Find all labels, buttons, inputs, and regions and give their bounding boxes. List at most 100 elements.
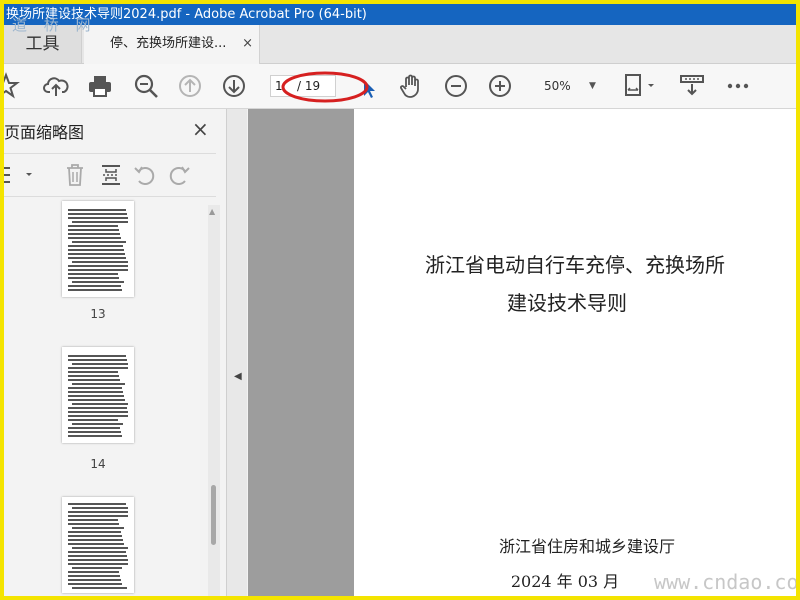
zoom-in-icon[interactable] xyxy=(486,72,514,100)
collapse-left-icon[interactable]: ◀ xyxy=(234,371,242,382)
thumbnail-label: 14 xyxy=(90,457,106,471)
thumbnail-panel: 页面缩略图 × 13 14 ▲ xyxy=(4,109,227,596)
thumbnail-text-line xyxy=(68,571,119,573)
options-menu-icon[interactable] xyxy=(4,162,38,188)
page-down-icon[interactable] xyxy=(220,72,248,100)
thumbnail-text-line xyxy=(68,531,121,533)
zoom-out-icon[interactable] xyxy=(442,72,470,100)
thumbnail-text-line xyxy=(68,233,120,235)
tab-close-icon[interactable]: × xyxy=(242,25,253,63)
title-bar: 换场所建设技术导则2024.pdf - Adobe Acrobat Pro (6… xyxy=(4,4,796,25)
thumbnail-text-line xyxy=(68,277,119,279)
thumbnail-text-line xyxy=(68,269,128,271)
document-page[interactable]: 浙江省电动自行车充停、充换场所 建设技术导则 浙江省住房和城乡建设厅 2024 … xyxy=(354,109,796,596)
thumbnail-text-line xyxy=(68,249,124,251)
thumbnail-text-line xyxy=(68,419,118,421)
thumbnail-text-line xyxy=(68,395,124,397)
zoom-select[interactable]: 50% ▼ xyxy=(534,75,604,97)
scroll-mode-icon[interactable] xyxy=(678,72,706,100)
thumbnail-text-line xyxy=(68,237,121,239)
watermark-bottom: www.cndao.com xyxy=(654,570,796,594)
document-background xyxy=(248,109,354,596)
thumbnail-text-line xyxy=(72,403,128,405)
thumbnail-text-line xyxy=(68,359,127,361)
scrollbar-thumb[interactable] xyxy=(211,485,216,545)
panel-title: 页面缩略图 xyxy=(4,123,85,142)
star-icon[interactable] xyxy=(4,72,20,100)
hand-icon[interactable] xyxy=(398,72,426,100)
delete-icon[interactable] xyxy=(62,162,88,188)
page-number-input[interactable] xyxy=(275,76,289,96)
thumbnail-text-line xyxy=(68,257,126,259)
thumbnail-text-line xyxy=(68,217,128,219)
thumbnail-text-line xyxy=(68,229,119,231)
thumbnail-text-line xyxy=(72,587,127,589)
scroll-up-icon[interactable]: ▲ xyxy=(209,207,215,216)
thumbnail-text-line xyxy=(68,579,121,581)
acrobat-window: 换场所建设技术导则2024.pdf - Adobe Acrobat Pro (6… xyxy=(4,4,796,596)
thumbnail-text-line xyxy=(68,523,119,525)
cloud-upload-icon[interactable] xyxy=(42,72,70,100)
thumbnail-text-line xyxy=(72,383,125,385)
toolbar: / 19 50% ▼ xyxy=(4,64,796,109)
thumbnail-text-line xyxy=(68,543,124,545)
thumbnail-text-line xyxy=(72,547,128,549)
panel-close-icon[interactable]: × xyxy=(192,117,209,141)
thumbnail-page-13[interactable] xyxy=(62,201,134,297)
insert-page-icon[interactable] xyxy=(98,162,124,188)
thumbnail-text-line xyxy=(68,391,123,393)
tab-bar: 工具 停、充换场所建设... × xyxy=(4,25,796,64)
thumbnail-text-line xyxy=(72,261,128,263)
thumbnail-text-line xyxy=(72,567,122,569)
thumbnail-scrollbar[interactable]: ▲ xyxy=(208,205,220,596)
thumbnail-text-line xyxy=(72,221,128,223)
thumbnail-text-line xyxy=(68,427,120,429)
cursor-icon[interactable] xyxy=(360,74,376,102)
thumbnail-text-line xyxy=(68,245,123,247)
page-total: / 19 xyxy=(297,79,321,93)
fit-page-icon[interactable] xyxy=(620,72,660,100)
thumbnail-page-15[interactable] xyxy=(62,497,134,593)
thumbnail-text-line xyxy=(68,225,118,227)
thumbnail-text-line xyxy=(68,253,125,255)
thumbnail-text-line xyxy=(68,431,121,433)
thumbnail-text-line xyxy=(68,289,122,291)
chevron-down-icon: ▼ xyxy=(589,81,596,91)
thumbnail-text-line xyxy=(68,367,128,369)
thumbnail-text-line xyxy=(68,515,128,517)
thumbnail-text-line xyxy=(68,535,122,537)
thumbnail-text-line xyxy=(68,563,128,565)
document-author: 浙江省住房和城乡建设厅 xyxy=(498,537,675,556)
thumbnail-text-line xyxy=(68,519,118,521)
thumbnail-text-line xyxy=(68,435,122,437)
thumbnail-toolbar xyxy=(4,153,216,197)
thumbnail-text-line xyxy=(72,281,124,283)
thumbnail-text-line xyxy=(68,575,120,577)
zoom-search-icon[interactable] xyxy=(132,72,160,100)
thumbnail-text-line xyxy=(68,551,126,553)
thumbnail-text-line xyxy=(68,273,118,275)
thumbnail-text-line xyxy=(68,375,119,377)
panel-collapse-strip[interactable]: ◀ xyxy=(227,109,247,596)
thumbnail-text-line xyxy=(68,209,126,211)
thumbnail-text-line xyxy=(68,379,120,381)
thumbnail-text-line xyxy=(68,399,125,401)
more-icon[interactable] xyxy=(724,72,752,100)
document-title-line2: 建设技术导则 xyxy=(507,291,627,315)
thumbnail-text-line xyxy=(68,387,122,389)
page-up-icon[interactable] xyxy=(176,72,204,100)
thumbnail-page-14[interactable] xyxy=(62,347,134,443)
zoom-value: 50% xyxy=(544,79,571,93)
thumbnail-text-line xyxy=(72,507,128,509)
thumbnail-text-line xyxy=(68,371,118,373)
tab-document[interactable]: 停、充换场所建设... × xyxy=(84,25,260,64)
watermark-top: 道 桥 网 xyxy=(12,16,97,34)
thumbnail-text-line xyxy=(68,511,128,513)
page-number-box: / 19 xyxy=(270,75,336,97)
rotate-left-icon[interactable] xyxy=(132,162,158,188)
thumbnail-list: 13 14 xyxy=(4,201,208,596)
thumbnail-text-line xyxy=(72,423,123,425)
thumbnail-text-line xyxy=(68,411,128,413)
rotate-right-icon[interactable] xyxy=(166,162,192,188)
print-icon[interactable] xyxy=(86,72,114,100)
